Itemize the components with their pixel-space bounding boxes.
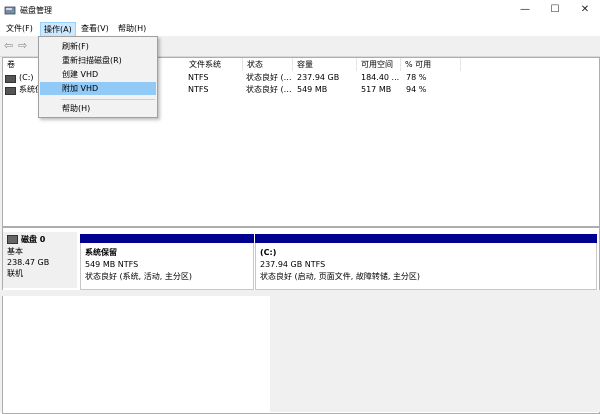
volume-percent-free: 94 % — [406, 85, 427, 94]
col-header-filesystem[interactable]: 文件系统 — [185, 58, 243, 71]
back-arrow-icon[interactable]: ⇦ — [4, 40, 16, 52]
volume-icon — [5, 87, 16, 95]
volume-capacity: 549 MB — [297, 85, 328, 94]
disk-info[interactable]: 磁盘 0 基本 238.47 GB 联机 — [3, 232, 77, 288]
partition-header-bar — [255, 234, 597, 243]
volume-percent-free: 78 % — [406, 73, 427, 82]
volume-filesystem: NTFS — [188, 73, 209, 82]
menu-view[interactable]: 查看(V) — [78, 22, 112, 35]
volume-free-space: 517 MB — [361, 85, 392, 94]
menu-help[interactable]: 帮助(H) — [115, 22, 149, 35]
volume-status: 状态良好 (… — [246, 73, 292, 82]
col-header-free-space[interactable]: 可用空间 — [357, 58, 401, 71]
partition-name: (C:) — [260, 248, 277, 257]
menu-item-attach-vhd[interactable]: 附加 VHD — [40, 82, 156, 95]
menu-action[interactable]: 操作(A) — [40, 22, 76, 37]
menu-item-create-vhd[interactable]: 创建 VHD — [40, 68, 156, 81]
volume-status: 状态良好 (… — [246, 85, 292, 94]
volume-free-space: 184.40 ... — [361, 73, 400, 82]
volume-filesystem: NTFS — [188, 85, 209, 94]
volume-icon — [5, 75, 16, 83]
menu-item-help[interactable]: 帮助(H) — [40, 102, 156, 115]
col-header-status[interactable]: 状态 — [243, 58, 293, 71]
disk-state: 联机 — [7, 269, 23, 278]
empty-area — [270, 296, 600, 412]
menu-separator — [61, 99, 155, 100]
close-button[interactable]: ✕ — [570, 0, 600, 20]
menu-item-refresh[interactable]: 刷新(F) — [40, 40, 156, 53]
volume-capacity: 237.94 GB — [297, 73, 340, 82]
disk-management-icon — [4, 4, 16, 16]
col-header-capacity[interactable]: 容量 — [293, 58, 357, 71]
partition-status: 状态良好 (系统, 活动, 主分区) — [85, 272, 192, 281]
partition-size: 549 MB NTFS — [85, 260, 139, 269]
col-header-percent-free[interactable]: % 可用 — [401, 58, 461, 71]
partition-header-bar — [80, 234, 254, 243]
window-title: 磁盘管理 — [20, 6, 52, 15]
partition-name: 系统保留 — [85, 248, 117, 257]
menu-item-rescan-disks[interactable]: 重新扫描磁盘(R) — [40, 54, 156, 67]
menu-file[interactable]: 文件(F) — [3, 22, 36, 35]
action-dropdown-menu: 刷新(F) 重新扫描磁盘(R) 创建 VHD 附加 VHD 帮助(H) — [38, 36, 158, 118]
maximize-button[interactable]: ☐ — [540, 0, 570, 20]
forward-arrow-icon[interactable]: ⇨ — [18, 40, 30, 52]
partition-status: 状态良好 (启动, 页面文件, 故障转储, 主分区) — [260, 272, 421, 281]
disk-icon — [7, 235, 18, 244]
disk-name: 磁盘 0 — [21, 235, 46, 244]
volume-name: (C:) — [19, 73, 34, 82]
partition-size: 237.94 GB NTFS — [260, 260, 326, 269]
minimize-button[interactable]: — — [510, 0, 540, 20]
